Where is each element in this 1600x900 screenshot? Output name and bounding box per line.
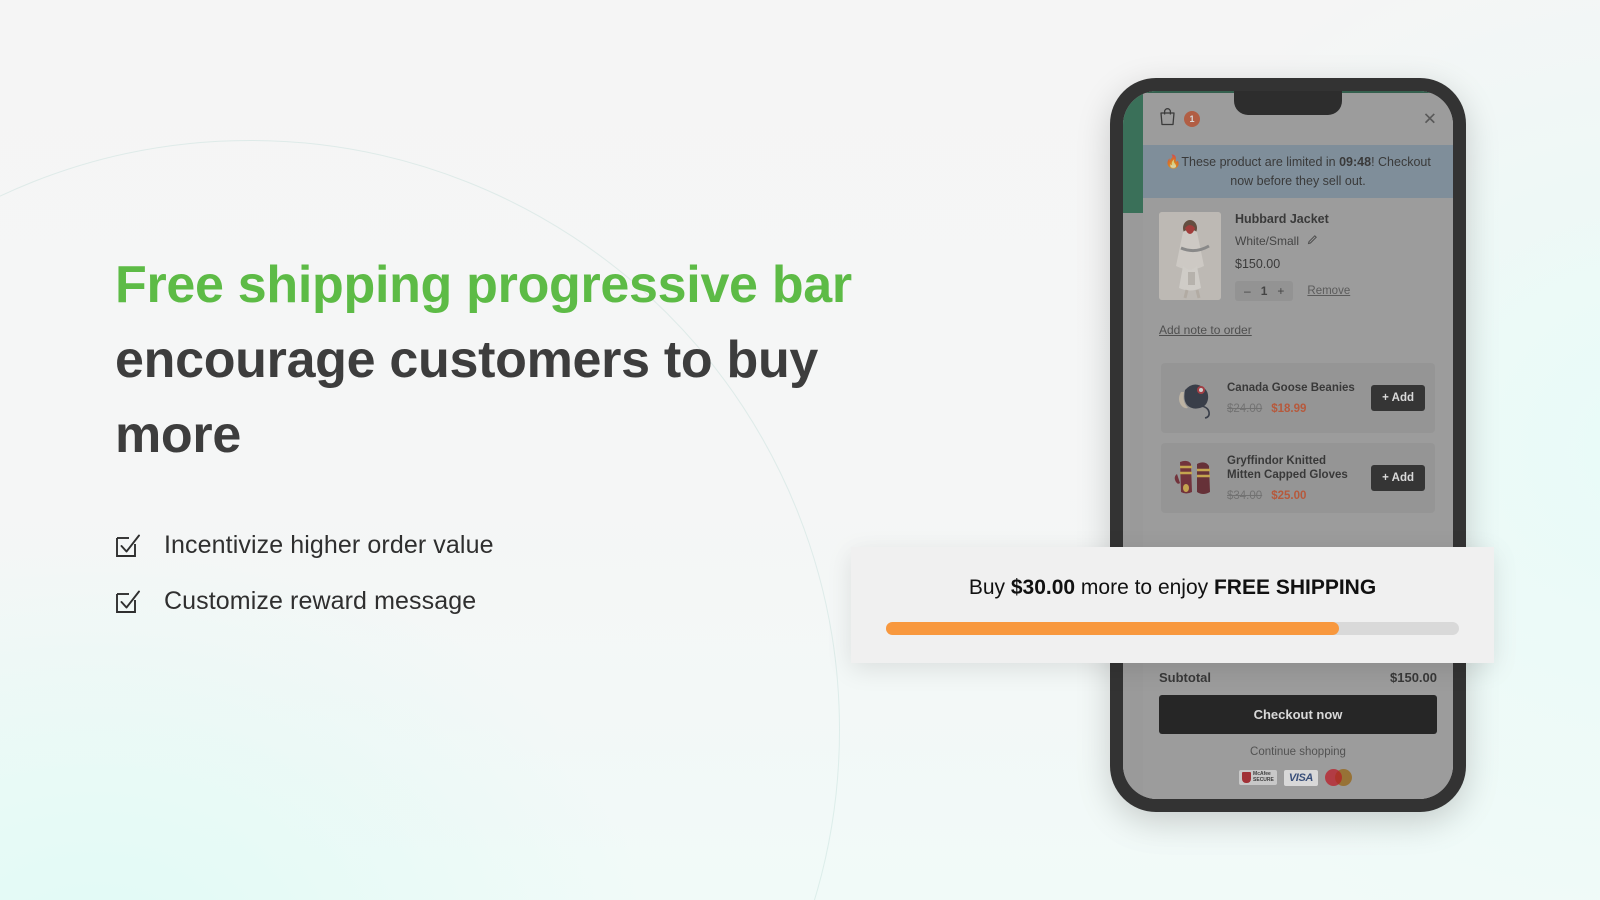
timer-banner-time: 09:48	[1339, 155, 1372, 169]
payment-badges: McAfee SECURE VISA	[1159, 768, 1437, 787]
page-title: Free shipping progressive bar encourage …	[115, 248, 915, 473]
upsell-name: Gryffindor Knitted Mitten Capped Gloves	[1227, 454, 1348, 482]
phone-screen: 1 ✕ 🔥These product are limited in 09:48!…	[1123, 91, 1453, 799]
quantity-value: 1	[1260, 283, 1268, 298]
quantity-increase-button[interactable]: +	[1277, 284, 1284, 298]
cart-bag-group: 1	[1159, 107, 1200, 131]
free-shipping-message: Buy $30.00 more to enjoy FREE SHIPPING	[851, 576, 1494, 600]
upsell-name: Canada Goose Beanies	[1227, 382, 1355, 394]
upsell-item: Gryffindor Knitted Mitten Capped Gloves …	[1161, 442, 1435, 513]
headline-rest: encourage customers to buy more	[115, 330, 819, 464]
headline-highlight: Free shipping progressive bar	[115, 256, 852, 314]
upsell-info: Gryffindor Knitted Mitten Capped Gloves …	[1227, 454, 1361, 503]
pencil-icon[interactable]	[1307, 234, 1318, 248]
list-item: Incentivize higher order value	[115, 531, 915, 560]
subtotal-value: $150.00	[1390, 670, 1437, 685]
line-item-variant-label: White/Small	[1235, 233, 1300, 248]
cart-drawer: 1 ✕ 🔥These product are limited in 09:48!…	[1143, 93, 1453, 799]
phone-notch	[1234, 91, 1342, 115]
checkbox-check-icon	[115, 588, 142, 615]
hero-copy: Free shipping progressive bar encourage …	[115, 248, 915, 643]
upsell-thumbnail	[1171, 372, 1217, 424]
fire-icon: 🔥	[1165, 154, 1182, 169]
upsell-new-price: $25.00	[1271, 490, 1307, 503]
progress-bar-fill	[886, 621, 1339, 635]
upsell-thumbnail	[1171, 452, 1217, 504]
cart-line-item: Hubbard Jacket White/Small $150.00 – 1 +…	[1143, 198, 1453, 301]
ship-msg-amount: $30.00	[1010, 575, 1076, 599]
progress-bar-track	[886, 621, 1459, 635]
visa-badge: VISA	[1283, 769, 1318, 786]
remove-item-link[interactable]: Remove	[1307, 285, 1350, 297]
upsell-prices: $34.00 $25.00	[1227, 490, 1361, 502]
close-icon[interactable]: ✕	[1423, 111, 1437, 128]
store-green-strip	[1123, 91, 1143, 213]
upsell-old-price: $24.00	[1227, 402, 1263, 415]
checkout-button[interactable]: Checkout now	[1159, 695, 1437, 734]
continue-shopping-link[interactable]: Continue shopping	[1159, 746, 1437, 758]
mastercard-badge	[1324, 768, 1357, 787]
add-note-link[interactable]: Add note to order	[1159, 323, 1252, 337]
cart-item-count-badge: 1	[1184, 111, 1200, 127]
product-thumbnail	[1159, 211, 1221, 300]
list-item-label: Customize reward message	[164, 586, 477, 615]
list-item-label: Incentivize higher order value	[164, 530, 494, 559]
cart-footer: Subtotal $150.00 Checkout now Continue s…	[1143, 664, 1453, 799]
subtotal-label: Subtotal	[1159, 670, 1211, 685]
upsell-add-button[interactable]: + Add	[1371, 384, 1425, 411]
ship-msg-middle: more to enjoy	[1075, 575, 1214, 599]
mcafee-badge-label: McAfee SECURE	[1253, 771, 1274, 783]
line-item-variant: White/Small	[1235, 234, 1437, 248]
line-item-controls: – 1 + Remove	[1235, 280, 1437, 301]
shield-icon	[1242, 772, 1252, 783]
shopping-bag-icon	[1159, 107, 1176, 131]
line-item-title: Hubbard Jacket	[1235, 211, 1329, 226]
scarcity-timer-banner: 🔥These product are limited in 09:48! Che…	[1143, 145, 1453, 198]
upsell-item: Canada Goose Beanies $24.00 $18.99 + Add	[1161, 362, 1435, 433]
upsell-info: Canada Goose Beanies $24.00 $18.99	[1227, 381, 1361, 415]
upsell-add-button[interactable]: + Add	[1371, 464, 1425, 491]
timer-banner-prefix: These product are limited in	[1181, 155, 1340, 169]
line-item-price: $150.00	[1235, 256, 1281, 271]
ship-msg-reward: FREE SHIPPING	[1213, 575, 1377, 599]
upsell-new-price: $18.99	[1271, 402, 1307, 415]
upsell-list: Canada Goose Beanies $24.00 $18.99 + Add	[1143, 362, 1453, 513]
mastercard-yellow-circle	[1334, 769, 1352, 786]
upsell-old-price: $34.00	[1227, 490, 1263, 503]
line-item-info: Hubbard Jacket White/Small $150.00 – 1 +…	[1235, 212, 1437, 301]
checkbox-check-icon	[115, 532, 142, 559]
subtotal-row: Subtotal $150.00	[1159, 664, 1437, 695]
list-item: Customize reward message	[115, 587, 915, 616]
quantity-stepper[interactable]: – 1 +	[1235, 280, 1294, 301]
upsell-prices: $24.00 $18.99	[1227, 403, 1361, 415]
mcafee-secure-badge: McAfee SECURE	[1239, 770, 1277, 785]
ship-msg-prefix: Buy	[968, 575, 1011, 599]
quantity-decrease-button[interactable]: –	[1244, 284, 1251, 298]
feature-list: Incentivize higher order value Customize…	[115, 531, 915, 616]
free-shipping-progress-card: Buy $30.00 more to enjoy FREE SHIPPING	[851, 547, 1494, 663]
phone-mockup: 1 ✕ 🔥These product are limited in 09:48!…	[1110, 78, 1466, 812]
